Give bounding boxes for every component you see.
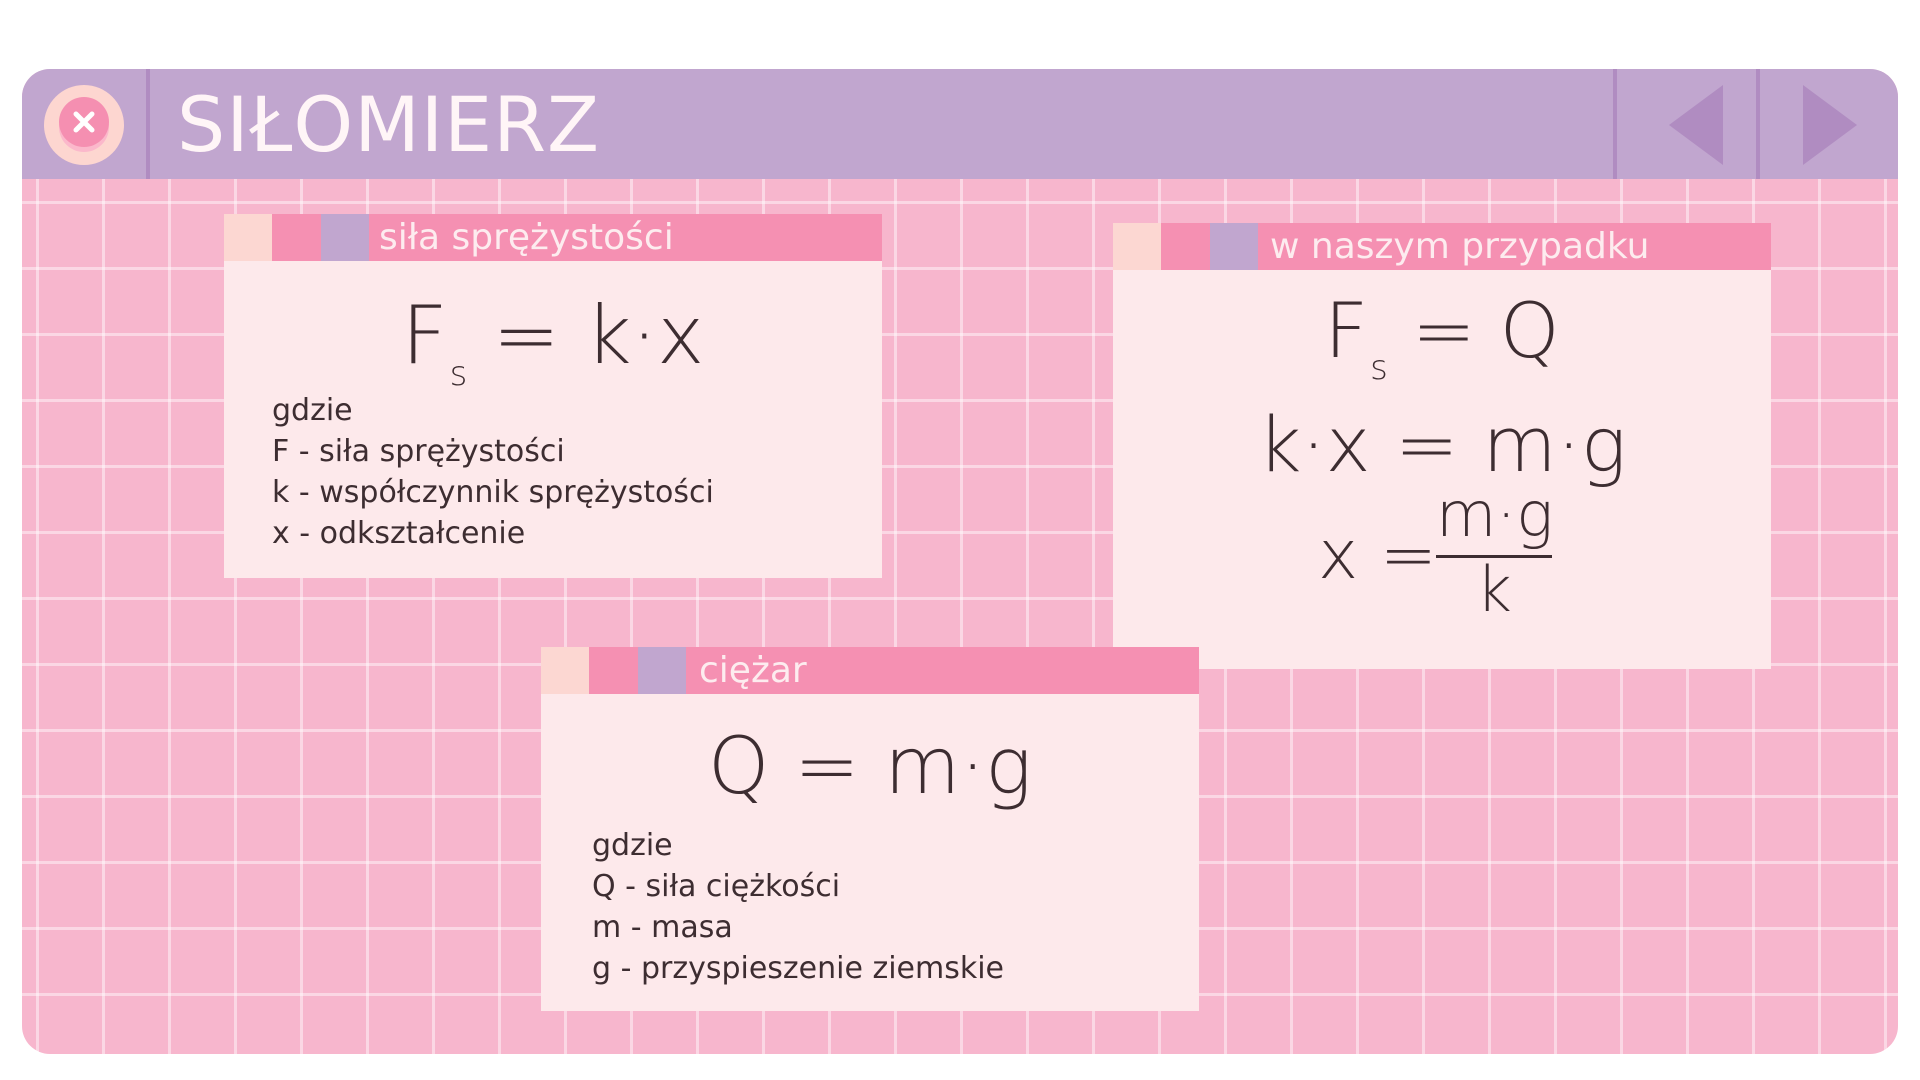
app-window: SIŁOMIERZ siła sprężystości Fs = k·x gdz…: [22, 69, 1898, 1054]
title-bar: SIŁOMIERZ: [22, 69, 1898, 179]
fraction-numerator: m·g: [1436, 478, 1554, 551]
title-divider-nav-mid: [1756, 69, 1760, 179]
card-weight: ciężar Q = m·g gdzie Q - siła ciężkości …: [541, 647, 1199, 1011]
title-divider-left: [146, 69, 150, 179]
page-title: SIŁOMIERZ: [177, 80, 601, 169]
legend-line: k - współczynnik sprężystości: [272, 475, 714, 510]
weight-legend: gdzie Q - siła ciężkości m - masa g - pr…: [592, 825, 1004, 989]
formula-rhs: = k·x: [467, 289, 705, 382]
next-button[interactable]: [1783, 79, 1893, 171]
case-formula-lhs: x =: [1318, 516, 1437, 595]
legend-line: gdzie: [272, 393, 353, 428]
legend-line: x - odkształcenie: [272, 516, 526, 551]
card-our-case: w naszym przypadku Fs = Q k·x = m·g x = …: [1113, 223, 1771, 669]
card-label: siła sprężystości: [379, 217, 674, 258]
legend-line: g - przyspieszenie ziemskie: [592, 951, 1005, 986]
case-fraction: m·g k: [1436, 478, 1554, 626]
triangle-right-icon: [1803, 85, 1857, 165]
card-label: w naszym przypadku: [1270, 226, 1650, 267]
close-button[interactable]: [44, 85, 124, 165]
card-label: ciężar: [699, 650, 807, 691]
card-header: w naszym przypadku: [1113, 223, 1771, 270]
formula-subscript: s: [449, 354, 468, 394]
formula-subscript: s: [1370, 348, 1388, 388]
legend-line: m - masa: [592, 910, 733, 945]
formula-symbol-f: F: [1324, 286, 1369, 375]
legend-line: gdzie: [592, 828, 673, 863]
fraction-denominator: k: [1476, 553, 1512, 626]
previous-button[interactable]: [1639, 79, 1749, 171]
close-x-icon: [59, 97, 109, 147]
weight-formula: Q = m·g: [708, 722, 1032, 812]
card-header: siła sprężystości: [224, 214, 882, 261]
card-spring-force: siła sprężystości Fs = k·x gdzie F - sił…: [224, 214, 882, 578]
formula-rhs: = Q: [1387, 286, 1560, 375]
formula-symbol-f: F: [401, 289, 448, 382]
triangle-left-icon: [1669, 85, 1723, 165]
legend-line: F - siła sprężystości: [272, 434, 565, 469]
spring-legend: gdzie F - siła sprężystości k - współczy…: [272, 390, 714, 554]
card-header: ciężar: [541, 647, 1199, 694]
title-divider-nav: [1613, 69, 1617, 179]
legend-line: Q - siła ciężkości: [592, 869, 841, 904]
